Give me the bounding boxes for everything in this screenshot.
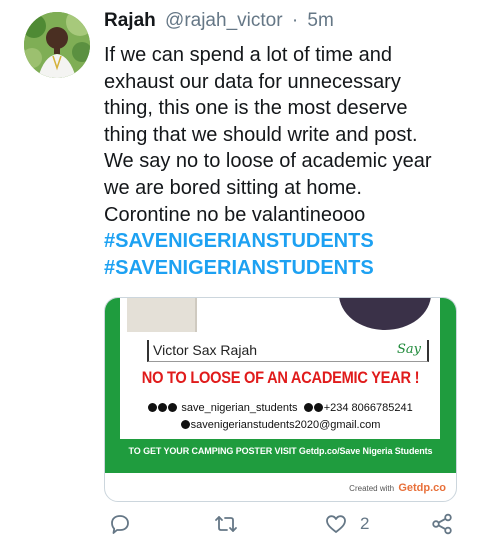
like-button[interactable]: 2	[324, 512, 369, 536]
poster-name: Victor Sax Rajah	[153, 342, 258, 358]
tweet-header: Rajah @rajah_victor · 5m	[104, 10, 334, 32]
display-name[interactable]: Rajah	[104, 10, 156, 31]
hashtag-link[interactable]: #SAVENIGERIANSTUDENTS	[104, 228, 464, 255]
twitter-icon	[158, 403, 168, 412]
tweet-text-line: exhaust our data for unnecessary	[104, 70, 401, 93]
like-icon	[326, 515, 346, 533]
hashtag-link[interactable]: #SAVENIGERIANSTUDENTS	[104, 255, 464, 282]
avatar-image	[24, 12, 90, 78]
tweet-text-line: Corontine no be valantineooo	[104, 203, 366, 226]
facebook-icon	[168, 403, 178, 412]
poster-phone: +234 8066785241	[323, 402, 413, 414]
retweet-button[interactable]	[214, 512, 238, 536]
instagram-icon	[148, 403, 158, 412]
poster-credit: Created with Getdp.co	[349, 482, 446, 494]
tweet-text-line: thing, this one is the most deserve	[104, 97, 408, 120]
poster-banner: TO GET YOUR CAMPING POSTER VISIT Getdp.c…	[128, 446, 433, 456]
poster-email: savenigerianstudents2020@gmail.com	[190, 419, 381, 431]
media-image[interactable]: Victor Sax Rajah Say NO TO LOOSE OF AN A…	[104, 297, 457, 502]
poster-say-label: Say	[396, 342, 421, 357]
tweet-text-line: thing that we should write and post.	[104, 123, 418, 146]
credit-prefix: Created with	[349, 484, 395, 493]
reply-button[interactable]	[108, 512, 132, 536]
credit-brand: Getdp.co	[398, 482, 446, 494]
gmail-icon	[180, 420, 190, 429]
like-count: 2	[360, 514, 370, 533]
tweet-body: If we can spend a lot of time and exhaus…	[104, 42, 464, 281]
share-icon	[432, 513, 452, 535]
poster-contact-email: savenigerianstudents2020@gmail.com	[105, 419, 456, 431]
phone-icon	[313, 403, 323, 412]
tweet-text-line: We say no to loose of academic year	[104, 150, 432, 173]
poster-social-handle: save_nigerian_students	[181, 402, 298, 414]
reply-icon	[111, 515, 129, 534]
retweet-icon	[215, 516, 237, 532]
tweet-timestamp[interactable]: 5m	[307, 10, 333, 31]
campaign-poster: Victor Sax Rajah Say NO TO LOOSE OF AN A…	[105, 298, 456, 473]
poster-photo-left	[127, 298, 197, 332]
poster-slogan: NO TO LOOSE OF AN ACADEMIC YEAR !	[141, 368, 420, 387]
whatsapp-icon	[303, 403, 313, 412]
tweet-text-line: we are bored sitting at home.	[104, 176, 362, 199]
poster-contact-social: save_nigerian_students +234 8066785241	[105, 402, 456, 414]
user-handle[interactable]: @rajah_victor	[165, 10, 283, 31]
poster-name-field: Victor Sax Rajah Say	[147, 340, 429, 362]
avatar[interactable]	[24, 12, 90, 78]
tweet-text-line: If we can spend a lot of time and	[104, 44, 392, 66]
tweet-actions: 2	[104, 512, 464, 538]
share-button[interactable]	[430, 512, 454, 536]
separator-dot: ·	[291, 10, 299, 31]
